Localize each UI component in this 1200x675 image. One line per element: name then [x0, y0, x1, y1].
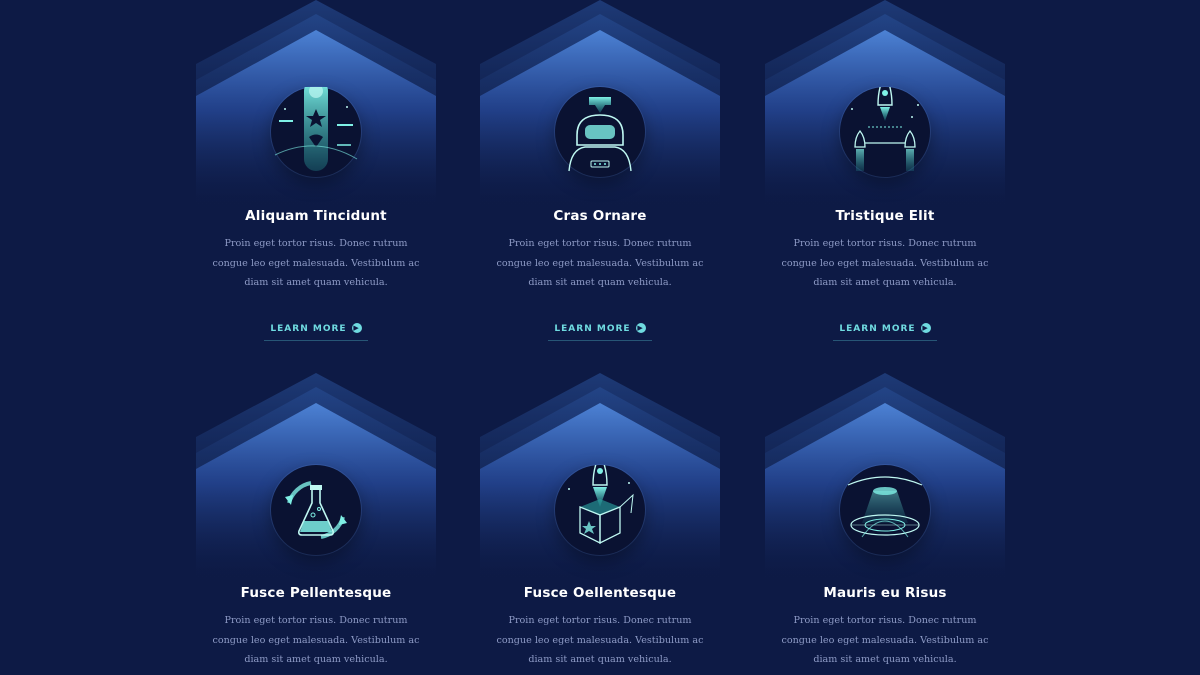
learn-more-row: LEARN MORE ▶	[191, 316, 441, 341]
flask-cycle-icon	[271, 465, 361, 555]
astronaut-icon	[555, 87, 645, 177]
card-title: Fusce Pellentesque	[240, 585, 392, 601]
rocket-box-icon	[555, 465, 645, 555]
ufo-beam-icon	[840, 465, 930, 555]
card-title: Tristique Elit	[835, 208, 935, 224]
learn-more-link[interactable]: LEARN MORE ▶	[264, 323, 368, 341]
card-description: Proin eget tortor risus. Donec rutrum co…	[496, 238, 704, 288]
learn-more-row: LEARN MORE ▶	[760, 316, 1010, 341]
arrow-right-circle-icon: ▶	[920, 323, 931, 333]
learn-more-label: LEARN MORE	[839, 324, 916, 334]
arrow-right-circle-icon: ▶	[635, 323, 646, 333]
rocket-fleet-icon	[840, 87, 930, 177]
card-description: Proin eget tortor risus. Donec rutrum co…	[781, 238, 989, 288]
bookmark-stars-icon	[271, 87, 361, 177]
learn-more-label: LEARN MORE	[554, 324, 631, 334]
card-title: Fusce Oellentesque	[523, 585, 677, 601]
card-description: Proin eget tortor risus. Donec rutrum co…	[781, 615, 989, 665]
card-description: Proin eget tortor risus. Donec rutrum co…	[212, 238, 420, 288]
card-title: Mauris eu Risus	[823, 585, 947, 601]
card-title: Aliquam Tincidunt	[245, 208, 387, 224]
arrow-right-circle-icon: ▶	[351, 323, 362, 333]
card-description: Proin eget tortor risus. Donec rutrum co…	[496, 615, 704, 665]
learn-more-row: LEARN MORE ▶	[475, 316, 725, 341]
learn-more-label: LEARN MORE	[270, 324, 347, 334]
learn-more-link[interactable]: LEARN MORE ▶	[548, 323, 652, 341]
card-title: Cras Ornare	[553, 208, 647, 224]
card-description: Proin eget tortor risus. Donec rutrum co…	[212, 615, 420, 665]
learn-more-link[interactable]: LEARN MORE ▶	[833, 323, 937, 341]
